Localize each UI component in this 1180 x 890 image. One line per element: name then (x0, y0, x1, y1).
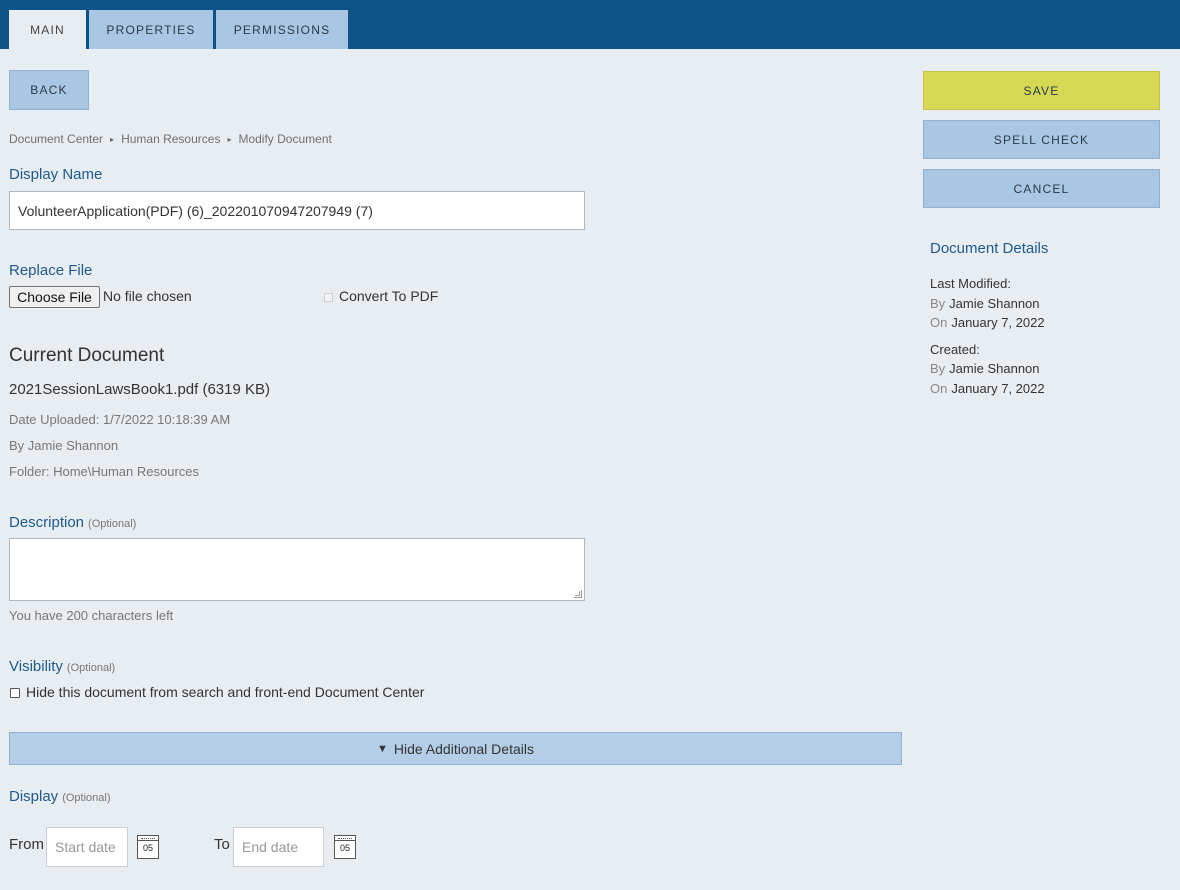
last-modified-on: On January 7, 2022 (930, 315, 1045, 330)
last-modified-label: Last Modified: (930, 276, 1011, 291)
breadcrumb: Document Center ▸ Human Resources ▸ Modi… (9, 132, 332, 146)
end-date-input[interactable]: End date (233, 827, 324, 867)
convert-to-pdf-label: Convert To PDF (339, 288, 439, 304)
calendar-icon[interactable]: 05 (137, 835, 159, 859)
display-label: Display (Optional) (9, 788, 110, 805)
hide-additional-details-toggle[interactable]: ▼ Hide Additional Details (9, 732, 902, 765)
hide-document-checkbox[interactable] (10, 688, 20, 698)
tab-properties[interactable]: PROPERTIES (89, 10, 213, 49)
tab-permissions[interactable]: PERMISSIONS (216, 10, 348, 49)
created-on: On January 7, 2022 (930, 381, 1045, 396)
cancel-button[interactable]: CANCEL (923, 169, 1160, 208)
resize-handle-icon[interactable] (574, 590, 582, 598)
by-prefix: By (930, 361, 946, 376)
breadcrumb-human-resources[interactable]: Human Resources (121, 132, 220, 146)
display-label-text: Display (9, 788, 59, 805)
breadcrumb-separator-icon: ▸ (227, 134, 232, 144)
created-by: By Jamie Shannon (930, 361, 1040, 376)
replace-file-label: Replace File (9, 262, 93, 279)
display-name-label: Display Name (9, 166, 103, 183)
last-modified-by-name: Jamie Shannon (949, 296, 1040, 311)
uploaded-by-text: By Jamie Shannon (9, 438, 119, 453)
visibility-label: Visibility (Optional) (9, 658, 115, 675)
visibility-label-text: Visibility (9, 658, 63, 675)
optional-tag: (Optional) (66, 662, 116, 674)
on-prefix: On (930, 315, 948, 330)
created-by-name: Jamie Shannon (949, 361, 1040, 376)
by-prefix: By (930, 296, 946, 311)
breadcrumb-document-center[interactable]: Document Center (9, 132, 103, 146)
choose-file-button[interactable]: Choose File (9, 286, 100, 308)
on-prefix: On (930, 381, 948, 396)
calendar-day-number: 05 (339, 843, 350, 853)
breadcrumb-modify-document: Modify Document (238, 132, 332, 146)
file-status-text: No file chosen (103, 288, 192, 304)
hide-document-label: Hide this document from search and front… (26, 684, 425, 700)
from-label: From (9, 836, 44, 853)
start-date-input[interactable]: Start date (46, 827, 128, 867)
save-button[interactable]: SAVE (923, 71, 1160, 110)
last-modified-date: January 7, 2022 (951, 315, 1045, 330)
character-counter: You have 200 characters left (9, 608, 174, 623)
description-textarea[interactable] (9, 538, 585, 601)
created-date: January 7, 2022 (951, 381, 1045, 396)
spell-check-button[interactable]: SPELL CHECK (923, 120, 1160, 159)
optional-tag: (Optional) (62, 792, 111, 804)
hide-additional-details-label: Hide Additional Details (393, 740, 534, 757)
created-label: Created: (930, 342, 980, 357)
description-label: Description (Optional) (9, 514, 136, 531)
calendar-icon[interactable]: 05 (334, 835, 356, 859)
description-label-text: Description (9, 514, 85, 531)
convert-to-pdf-checkbox[interactable] (324, 293, 333, 302)
calendar-day-number: 05 (142, 843, 153, 853)
back-button[interactable]: BACK (9, 70, 89, 110)
triangle-down-icon: ▼ (377, 742, 388, 755)
last-modified-by: By Jamie Shannon (930, 296, 1040, 311)
current-document-heading: Current Document (9, 345, 165, 366)
current-document-file: 2021SessionLawsBook1.pdf (6319 KB) (9, 381, 271, 398)
tab-main[interactable]: MAIN (9, 10, 86, 49)
display-name-input[interactable]: VolunteerApplication(PDF) (6)_2022010709… (9, 191, 585, 230)
optional-tag: (Optional) (88, 518, 137, 530)
date-uploaded-text: Date Uploaded: 1/7/2022 10:18:39 AM (9, 412, 231, 427)
breadcrumb-separator-icon: ▸ (110, 134, 115, 144)
document-details-title: Document Details (930, 240, 1049, 257)
folder-text: Folder: Home\Human Resources (9, 464, 200, 479)
to-label: To (214, 836, 230, 853)
